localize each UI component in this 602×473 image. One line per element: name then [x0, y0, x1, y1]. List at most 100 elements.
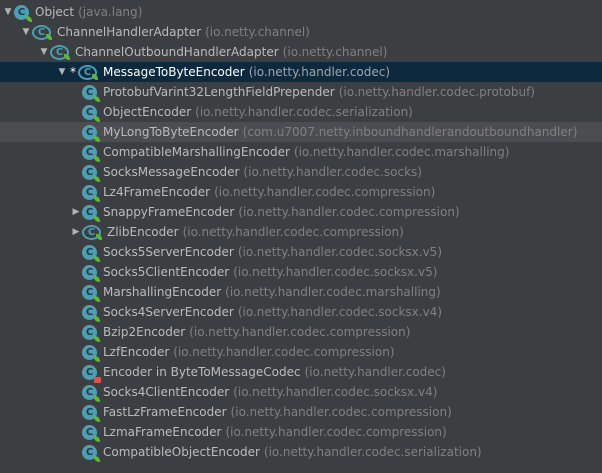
leaf-icon: [94, 435, 100, 442]
class-name: Socks5ClientEncoder: [103, 265, 230, 279]
package-name: (io.netty.handler.codec.socksx.v5): [237, 245, 442, 259]
leaf-icon: [96, 233, 102, 240]
class-name: CompatibleMarshallingEncoder: [103, 145, 290, 159]
class-icon: C: [82, 404, 100, 422]
package-name: (io.netty.handler.codec.compression): [238, 205, 460, 219]
tree-node-subclass[interactable]: C SocksMessageEncoder (io.netty.handler.…: [0, 162, 602, 182]
leaf-icon: [64, 53, 70, 60]
tree-node-subclass[interactable]: ▶ C ZlibEncoder (io.netty.handler.codec.…: [0, 222, 602, 242]
leaf-icon: [94, 335, 100, 342]
package-name: (io.netty.handler.codec.compression): [182, 225, 404, 239]
tree-node-channel-outbound-handler-adapter[interactable]: ▼ C ChannelOutboundHandlerAdapter (io.ne…: [0, 42, 602, 62]
class-icon: C: [82, 184, 100, 202]
tree-node-subclass[interactable]: C CompatibleMarshallingEncoder (io.netty…: [0, 142, 602, 162]
expand-arrow-icon[interactable]: ▶: [70, 207, 82, 217]
abstract-class-icon: C: [32, 24, 52, 40]
class-name: Encoder in ByteToMessageCodec: [103, 365, 301, 379]
focus-marker: *: [70, 65, 76, 79]
class-name: LzmaFrameEncoder: [103, 425, 222, 439]
class-name: CompatibleObjectEncoder: [103, 445, 260, 459]
tree-node-subclass[interactable]: ▶ C SnappyFrameEncoder (io.netty.handler…: [0, 202, 602, 222]
tree-node-message-to-byte-encoder[interactable]: ▼ * C MessageToByteEncoder (io.netty.han…: [0, 62, 602, 82]
package-name: (io.netty.handler.codec.serialization): [195, 105, 413, 119]
class-icon: C: [82, 304, 100, 322]
tree-node-subclass[interactable]: C FastLzFrameEncoder (io.netty.handler.c…: [0, 402, 602, 422]
package-name: (io.netty.handler.codec): [304, 365, 446, 379]
package-name: (java.lang): [78, 5, 143, 19]
class-name: ProtobufVarint32LengthFieldPrepender: [103, 85, 335, 99]
abstract-class-icon: C: [82, 224, 102, 240]
package-name: (io.netty.handler.codec.socksx.v4): [233, 385, 438, 399]
tree-node-channel-handler-adapter[interactable]: ▼ C ChannelHandlerAdapter (io.netty.chan…: [0, 22, 602, 42]
package-name: (com.u7007.netty.inboundhandlerandoutbou…: [242, 125, 578, 139]
class-name: MyLongToByteEncoder: [103, 125, 239, 139]
leaf-icon: [94, 415, 100, 422]
tree-node-subclass[interactable]: C Bzip2Encoder (io.netty.handler.codec.c…: [0, 322, 602, 342]
tree-node-object[interactable]: ▼ C Object (java.lang): [0, 2, 602, 22]
package-name: (io.netty.handler.codec.marshalling): [293, 145, 510, 159]
tree-node-subclass[interactable]: C Socks4ClientEncoder (io.netty.handler.…: [0, 382, 602, 402]
class-icon: C: [82, 264, 100, 282]
class-name: ObjectEncoder: [103, 105, 192, 119]
class-name: FastLzFrameEncoder: [103, 405, 227, 419]
leaf-icon: [94, 275, 100, 282]
tree-node-subclass[interactable]: C Socks5ServerEncoder (io.netty.handler.…: [0, 242, 602, 262]
leaf-icon: [94, 195, 100, 202]
package-name: (io.netty.handler.codec): [248, 65, 391, 79]
abstract-class-icon: C: [78, 64, 98, 80]
tree-node-subclass[interactable]: C ObjectEncoder (io.netty.handler.codec.…: [0, 102, 602, 122]
expand-arrow-icon[interactable]: ▼: [2, 7, 14, 17]
expand-arrow-icon[interactable]: ▼: [20, 27, 32, 37]
class-name: ChannelOutboundHandlerAdapter: [75, 45, 279, 59]
tree-node-subclass[interactable]: C LzmaFrameEncoder (io.netty.handler.cod…: [0, 422, 602, 442]
package-name: (io.netty.handler.codec.socks): [243, 165, 422, 179]
class-name: Bzip2Encoder: [103, 325, 186, 339]
class-name: Socks4ClientEncoder: [103, 385, 230, 399]
leaf-icon: [46, 33, 52, 40]
leaf-icon: [94, 95, 100, 102]
tree-node-subclass[interactable]: C MyLongToByteEncoder (com.u7007.netty.i…: [0, 122, 602, 142]
class-icon: C: [82, 424, 100, 442]
package-name: (io.netty.handler.codec.socksx.v4): [237, 305, 442, 319]
expand-arrow-icon[interactable]: ▶: [70, 227, 82, 237]
class-name: MessageToByteEncoder: [103, 65, 245, 79]
leaf-icon: [94, 355, 100, 362]
tree-node-subclass[interactable]: C Lz4FrameEncoder (io.netty.handler.code…: [0, 182, 602, 202]
class-name: LzfEncoder: [103, 345, 170, 359]
tree-node-subclass[interactable]: C LzfEncoder (io.netty.handler.codec.com…: [0, 342, 602, 362]
class-name: Socks5ServerEncoder: [103, 245, 234, 259]
class-icon: C: [82, 324, 100, 342]
tree-node-subclass[interactable]: C MarshallingEncoder (io.netty.handler.c…: [0, 282, 602, 302]
class-name: Socks4ServerEncoder: [103, 305, 234, 319]
leaf-icon: [26, 15, 32, 22]
package-name: (io.netty.channel): [205, 25, 310, 39]
class-icon: C: [82, 364, 101, 383]
tree-node-subclass[interactable]: C CompatibleObjectEncoder (io.netty.hand…: [0, 442, 602, 462]
leaf-icon: [94, 215, 100, 222]
class-icon: C: [82, 144, 100, 162]
class-icon: C: [82, 284, 100, 302]
class-icon: C: [82, 104, 100, 122]
leaf-icon: [94, 315, 100, 322]
leaf-icon: [94, 135, 100, 142]
class-icon: C: [82, 384, 100, 402]
tree-node-subclass[interactable]: C ProtobufVarint32LengthFieldPrepender (…: [0, 82, 602, 102]
tree-node-subclass[interactable]: C Encoder in ByteToMessageCodec (io.nett…: [0, 362, 602, 383]
expand-arrow-icon[interactable]: ▼: [56, 67, 68, 77]
expand-arrow-icon[interactable]: ▼: [38, 47, 50, 57]
class-icon: C: [14, 4, 32, 22]
leaf-icon: [94, 455, 100, 462]
package-name: (io.netty.handler.codec.compression): [189, 325, 411, 339]
class-name: SnappyFrameEncoder: [103, 205, 235, 219]
class-icon: C: [82, 164, 100, 182]
class-icon: C: [82, 204, 100, 222]
class-icon: C: [82, 244, 100, 262]
leaf-icon: [94, 155, 100, 162]
class-name: ChannelHandlerAdapter: [57, 25, 202, 39]
type-hierarchy-tree[interactable]: ▼ C Object (java.lang) ▼ C ChannelHandle…: [0, 0, 602, 473]
package-name: (io.netty.handler.codec.compression): [173, 345, 395, 359]
tree-node-subclass[interactable]: C Socks4ServerEncoder (io.netty.handler.…: [0, 302, 602, 322]
tree-node-subclass[interactable]: C Socks5ClientEncoder (io.netty.handler.…: [0, 262, 602, 282]
leaf-icon: [92, 73, 98, 80]
class-icon: C: [82, 344, 100, 362]
